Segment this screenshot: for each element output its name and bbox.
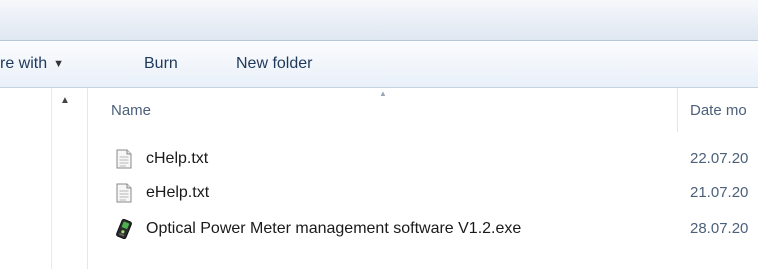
sort-ascending-icon: ▲ — [379, 89, 387, 98]
file-date-modified: 21.07.20 — [690, 184, 749, 201]
column-header-date-modified[interactable]: Date mo — [690, 88, 747, 132]
file-row[interactable]: Optical Power Meter management software … — [88, 214, 758, 244]
file-row[interactable]: cHelp.txt 22.07.20 — [88, 144, 758, 174]
file-name: cHelp.txt — [146, 150, 209, 167]
column-header-row: Name ▲ Date mo — [88, 88, 758, 132]
scroll-up-arrow-icon[interactable]: ▲ — [55, 94, 75, 108]
file-date-modified: 28.07.20 — [690, 220, 749, 237]
nav-scrollbar-track[interactable] — [51, 88, 52, 269]
burn-button[interactable]: Burn — [144, 53, 178, 75]
navigation-pane: ▲ — [0, 88, 88, 269]
share-with-button[interactable]: re with ▼ — [0, 53, 64, 75]
file-name: Optical Power Meter management software … — [146, 220, 522, 237]
file-name: eHelp.txt — [146, 184, 210, 201]
text-file-icon — [114, 149, 134, 169]
file-row[interactable]: eHelp.txt 21.07.20 — [88, 178, 758, 208]
application-icon — [114, 218, 134, 240]
window-title-bar — [0, 0, 758, 41]
new-folder-button[interactable]: New folder — [236, 53, 312, 75]
text-file-icon — [114, 183, 134, 203]
file-date-modified: 22.07.20 — [690, 150, 749, 167]
share-with-label: re with — [0, 55, 48, 72]
command-bar: re with ▼ Burn New folder — [0, 41, 758, 88]
column-divider[interactable] — [677, 88, 678, 132]
column-header-name[interactable]: Name — [111, 88, 151, 132]
dropdown-arrow-icon: ▼ — [53, 58, 65, 70]
